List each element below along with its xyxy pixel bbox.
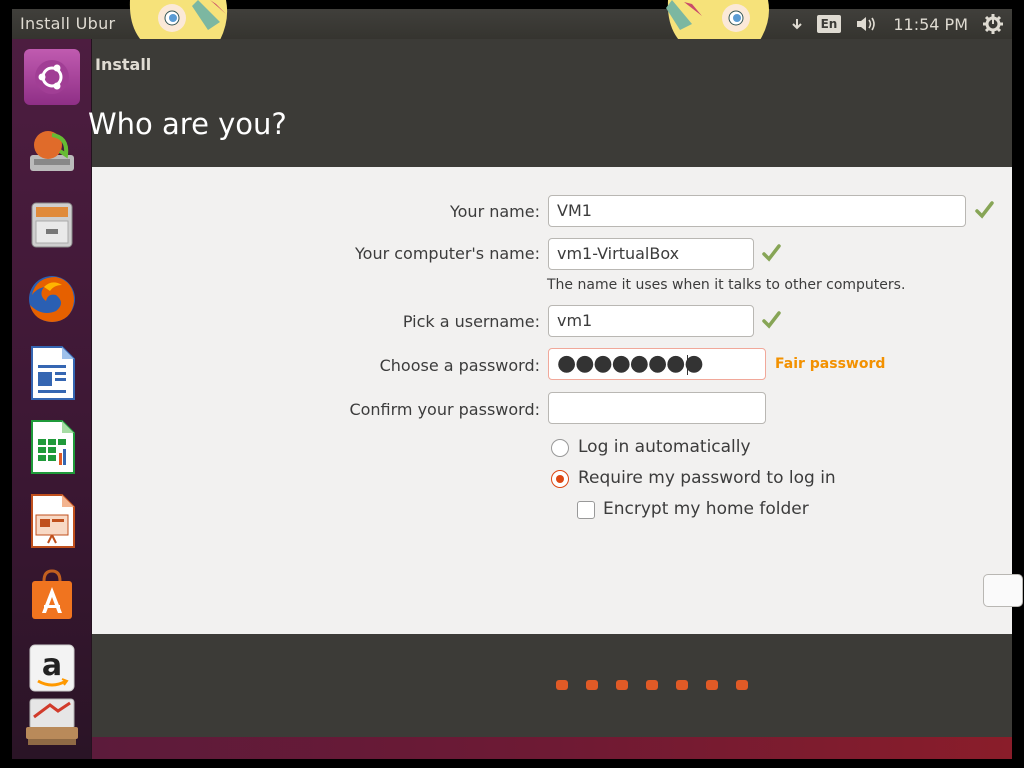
launcher-item-writer[interactable] — [20, 341, 84, 405]
indicator-area: En 11:54 PM — [791, 9, 1012, 39]
password-mask: ●●●●●●●● — [557, 351, 704, 376]
clock[interactable]: 11:54 PM — [893, 15, 968, 34]
user-setup-form: Your name: VM1 Your computer's name: vm1… — [92, 167, 1023, 634]
confirm-password-input[interactable] — [548, 392, 766, 424]
encrypt-home-checkbox[interactable] — [577, 501, 595, 519]
continue-button[interactable] — [983, 574, 1023, 607]
step-dot — [646, 680, 658, 690]
password-label: Choose a password: — [379, 356, 540, 375]
step-dot — [586, 680, 598, 690]
window-footer — [92, 634, 1012, 737]
name-label: Your name: — [449, 202, 540, 221]
require-password-radio[interactable] — [551, 470, 569, 488]
installer-icon — [30, 131, 74, 171]
text-caret — [687, 355, 688, 375]
desktop-wallpaper-strip — [92, 737, 1012, 759]
confirm-password-label: Confirm your password: — [349, 400, 540, 419]
window-title: Install — [95, 55, 152, 74]
launcher-item-software-center[interactable] — [20, 563, 84, 627]
check-icon — [762, 311, 781, 329]
login-automatically-radio[interactable] — [551, 439, 569, 457]
launcher-item-files[interactable] — [20, 193, 84, 257]
check-icon — [975, 201, 994, 219]
encrypt-home-label[interactable]: Encrypt my home folder — [603, 499, 809, 519]
step-dot — [736, 680, 748, 690]
libreoffice-calc-icon — [31, 420, 75, 474]
volume-icon[interactable] — [855, 15, 879, 33]
amazon-icon: a — [29, 644, 75, 692]
step-dot — [556, 680, 568, 690]
launcher-item-firefox[interactable] — [20, 267, 84, 331]
file-cabinet-icon — [31, 202, 73, 248]
check-icon — [762, 244, 781, 262]
shopping-bag-icon — [32, 569, 72, 619]
ubuntu-logo-icon — [35, 60, 69, 94]
window-title: Install Ubur — [20, 14, 116, 33]
keyboard-layout-indicator[interactable]: En — [816, 15, 842, 33]
gear-icon[interactable] — [982, 13, 1004, 35]
launcher-item-impress[interactable] — [20, 489, 84, 553]
svg-text:a: a — [42, 648, 62, 683]
username-input[interactable]: vm1 — [548, 305, 754, 337]
password-input[interactable]: ●●●●●●●● — [548, 348, 766, 380]
launcher: a — [12, 39, 92, 759]
firefox-icon — [29, 276, 75, 322]
login-automatically-label[interactable]: Log in automatically — [578, 437, 751, 457]
step-progress — [556, 680, 748, 690]
window-header: Install Who are you? — [88, 39, 1012, 167]
page-title: Who are you? — [88, 107, 287, 141]
computer-name-hint: The name it uses when it talks to other … — [547, 277, 906, 293]
computer-name-input[interactable]: vm1-VirtualBox — [548, 238, 754, 270]
password-strength: Fair password — [775, 356, 886, 372]
computer-name-label: Your computer's name: — [355, 244, 540, 263]
step-dot — [616, 680, 628, 690]
launcher-item-calc[interactable] — [20, 415, 84, 479]
stack-icon — [26, 698, 78, 745]
step-dot — [676, 680, 688, 690]
step-dot — [706, 680, 718, 690]
launcher-item-ubuntu-dash[interactable] — [20, 45, 84, 109]
launcher-item-stack[interactable] — [20, 691, 84, 755]
libreoffice-impress-icon — [31, 494, 75, 548]
name-input[interactable]: VM1 — [548, 195, 966, 227]
network-arrow-icon[interactable] — [791, 17, 803, 31]
username-label: Pick a username: — [402, 312, 540, 331]
libreoffice-writer-icon — [31, 346, 75, 400]
require-password-label[interactable]: Require my password to log in — [578, 468, 836, 488]
launcher-item-installer[interactable] — [20, 119, 84, 183]
